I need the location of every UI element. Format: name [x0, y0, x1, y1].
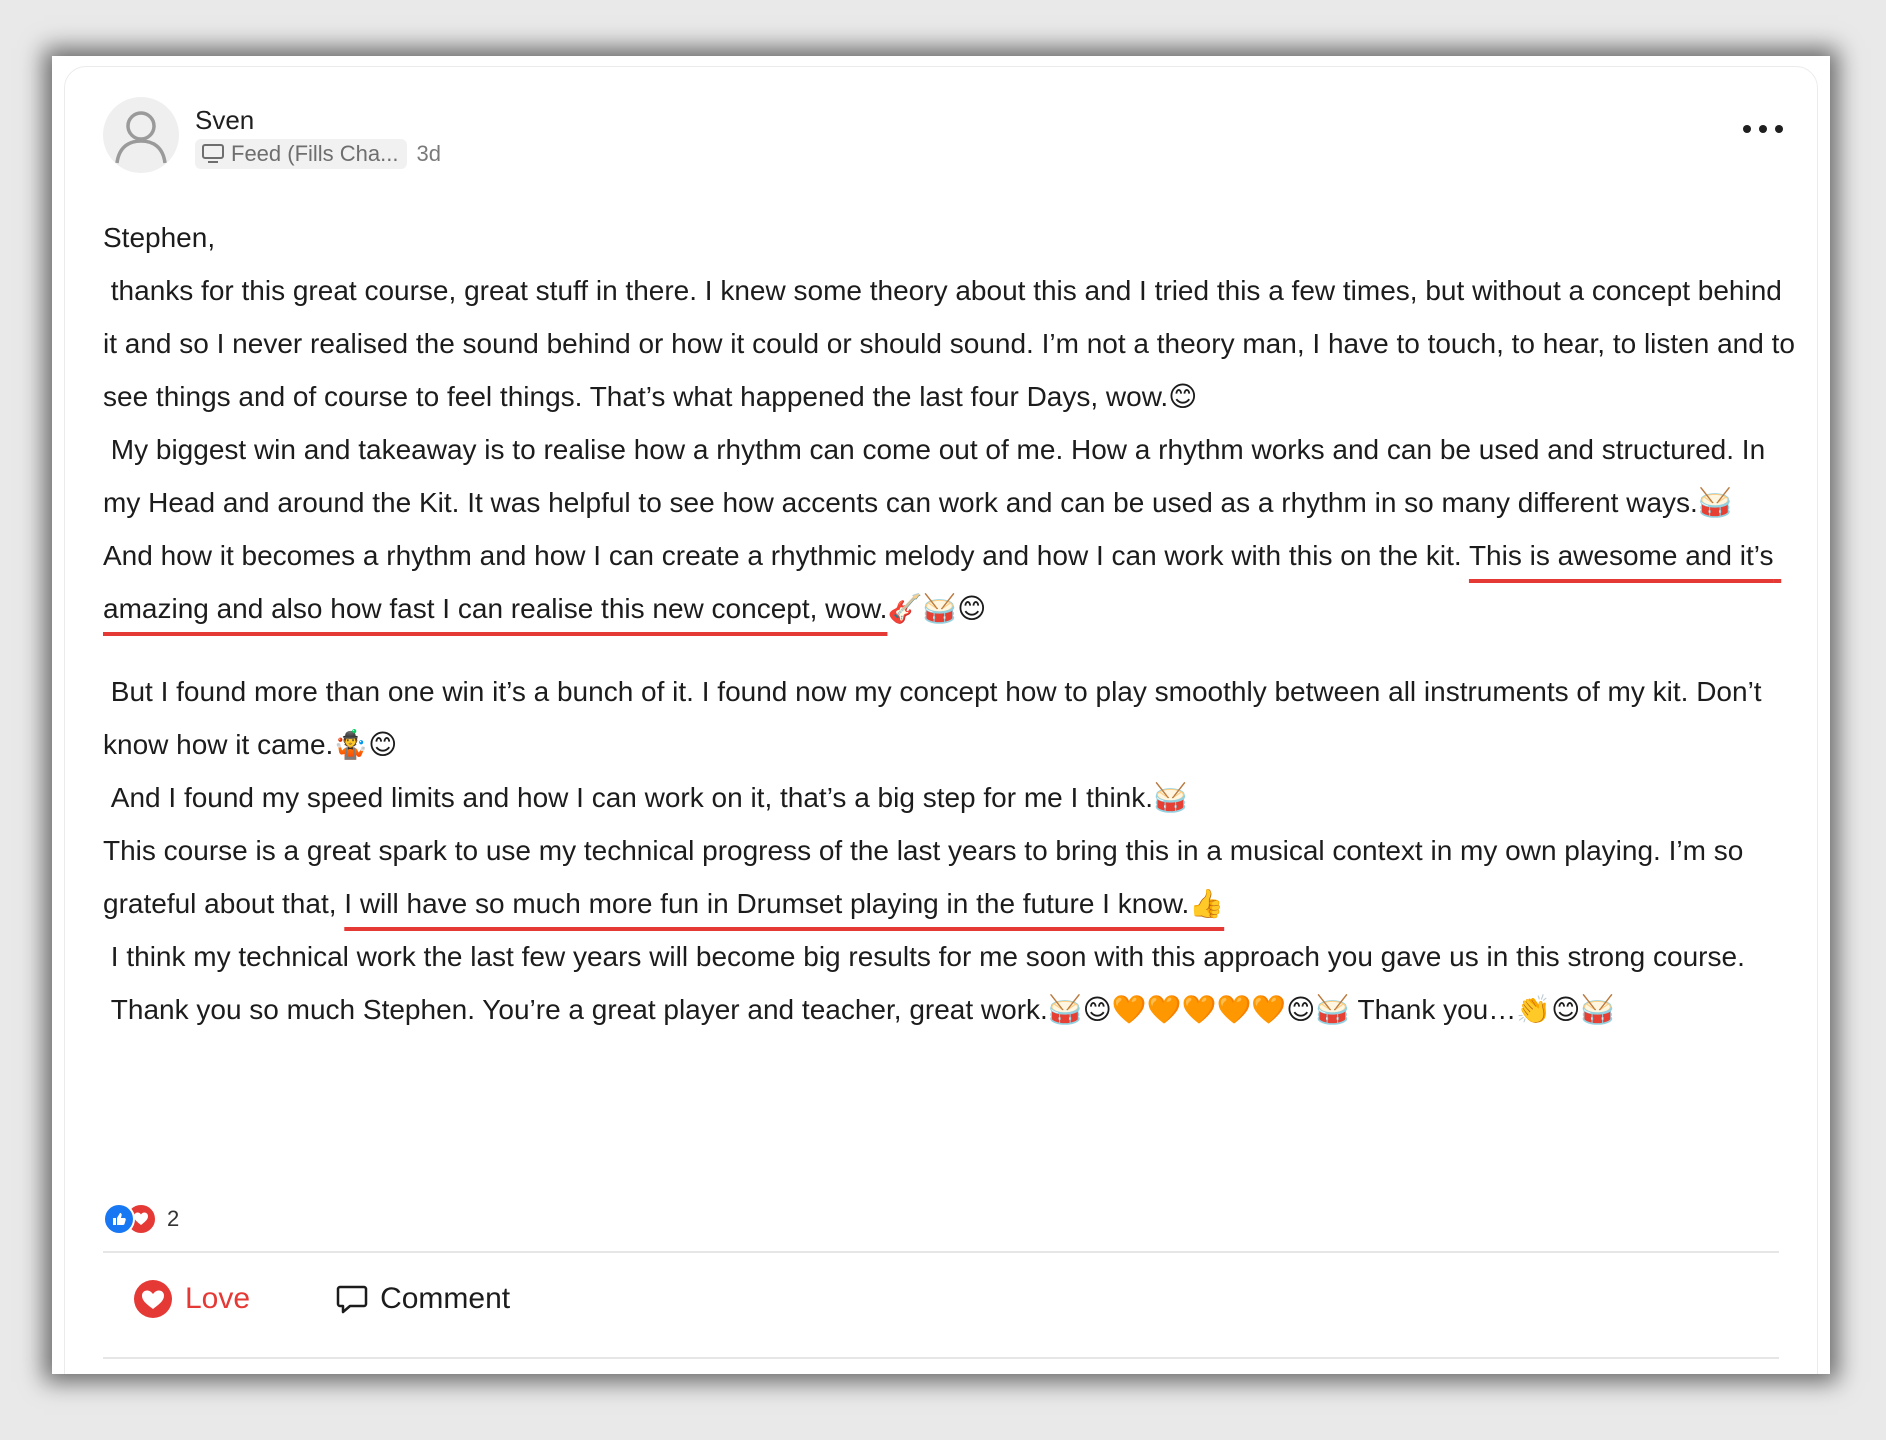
paragraph: thanks for this great course, great stuf… — [103, 275, 1803, 412]
post-meta: Feed (Fills Cha... 3d — [195, 139, 441, 169]
comment-button[interactable]: Comment — [336, 1282, 510, 1316]
paragraph: But I found more than one win it’s a bun… — [103, 676, 1770, 760]
post-card: Sven Feed (Fills Cha... 3d Stephen, than… — [64, 66, 1818, 1374]
more-options-button[interactable] — [1743, 119, 1783, 139]
screenshot-frame: Sven Feed (Fills Cha... 3d Stephen, than… — [52, 56, 1830, 1374]
comment-icon — [336, 1285, 368, 1314]
paragraph: I think my technical work the last few y… — [103, 941, 1745, 972]
more-horizontal-icon — [1743, 125, 1751, 133]
highlighted-text: I will have so much more fun in Drumset … — [344, 888, 1225, 919]
thumbs-up-icon — [103, 1203, 135, 1235]
post-age: 3d — [416, 141, 441, 166]
reaction-count: 2 — [167, 1206, 180, 1231]
divider — [103, 1251, 1779, 1253]
post-body: Stephen, thanks for this great course, g… — [103, 211, 1803, 1036]
divider — [103, 1357, 1779, 1359]
comment-label: Comment — [380, 1282, 511, 1315]
paragraph: Stephen, — [103, 222, 216, 253]
love-button[interactable]: Love — [133, 1279, 250, 1319]
paragraph: And how it becomes a rhythm and how I ca… — [103, 529, 1803, 635]
reactions-summary[interactable]: 2 — [103, 1203, 179, 1235]
author-name[interactable]: Sven — [195, 105, 254, 136]
space-name: Feed (Fills Cha... — [231, 141, 399, 166]
post-actions: Love Comment — [133, 1279, 510, 1319]
paragraph: This course is a great spark to use my t… — [103, 824, 1803, 930]
text-segment: And how it becomes a rhythm and how I ca… — [103, 540, 1469, 571]
heart-icon — [134, 1280, 172, 1318]
space-badge[interactable]: Feed (Fills Cha... — [195, 139, 407, 169]
emoji-segment: 🎸🥁😊 — [887, 593, 987, 624]
love-label: Love — [185, 1282, 251, 1315]
monitor-icon — [202, 144, 224, 163]
user-placeholder-icon — [115, 111, 167, 164]
avatar[interactable] — [103, 97, 179, 173]
post-header: Sven Feed (Fills Cha... 3d — [103, 97, 1783, 177]
paragraph: Thank you so much Stephen. You’re a grea… — [103, 994, 1616, 1025]
paragraph: My biggest win and takeaway is to realis… — [103, 434, 1773, 518]
paragraph: And I found my speed limits and how I ca… — [103, 782, 1188, 813]
